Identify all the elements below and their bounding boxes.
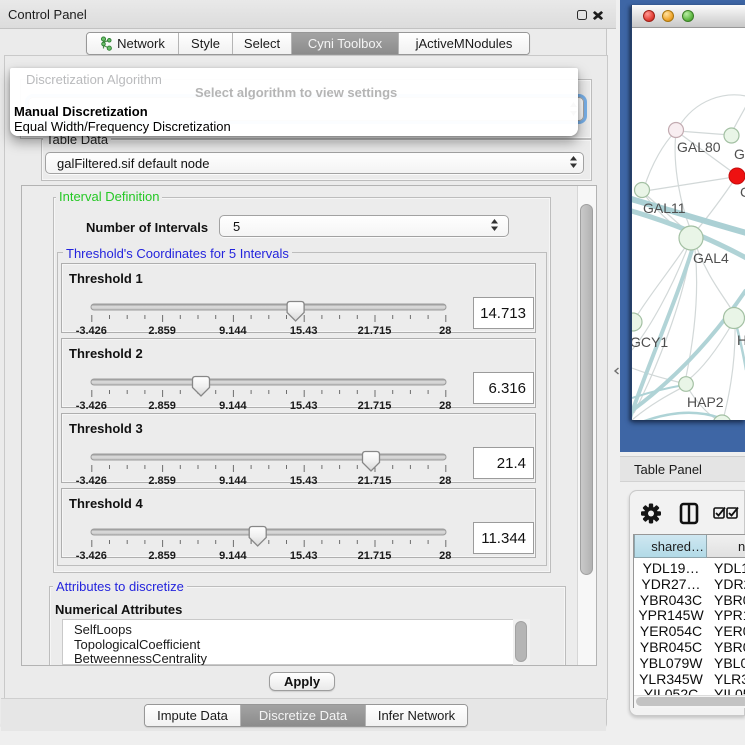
svg-text:15.43: 15.43 bbox=[290, 325, 318, 336]
svg-text:2.859: 2.859 bbox=[148, 550, 176, 561]
svg-text:C: C bbox=[740, 184, 745, 200]
svg-text:2.859: 2.859 bbox=[148, 325, 176, 336]
svg-text:9.144: 9.144 bbox=[219, 400, 247, 411]
svg-text:9.144: 9.144 bbox=[219, 475, 247, 486]
svg-text:G.: G. bbox=[734, 146, 745, 162]
svg-text:GAL11: GAL11 bbox=[643, 200, 686, 216]
svg-text:28: 28 bbox=[439, 325, 451, 336]
svg-text:-3.426: -3.426 bbox=[76, 475, 107, 486]
svg-text:2.859: 2.859 bbox=[148, 400, 176, 411]
svg-text:2.859: 2.859 bbox=[148, 475, 176, 486]
svg-text:28: 28 bbox=[439, 475, 451, 486]
svg-text:28: 28 bbox=[439, 550, 451, 561]
svg-text:15.43: 15.43 bbox=[290, 400, 318, 411]
svg-text:-3.426: -3.426 bbox=[76, 400, 107, 411]
svg-text:H: H bbox=[737, 332, 745, 348]
svg-text:9.144: 9.144 bbox=[219, 325, 247, 336]
svg-text:15.43: 15.43 bbox=[290, 550, 318, 561]
svg-text:21.715: 21.715 bbox=[358, 400, 392, 411]
svg-text:21.715: 21.715 bbox=[358, 475, 392, 486]
svg-text:-3.426: -3.426 bbox=[76, 325, 107, 336]
svg-text:15.43: 15.43 bbox=[290, 475, 318, 486]
svg-text:HAP2: HAP2 bbox=[687, 394, 724, 410]
svg-text:GCY1: GCY1 bbox=[632, 334, 668, 350]
svg-text:-3.426: -3.426 bbox=[76, 550, 107, 561]
svg-text:GAL80: GAL80 bbox=[677, 139, 721, 155]
svg-text:GAL4: GAL4 bbox=[693, 250, 729, 266]
svg-text:28: 28 bbox=[439, 400, 451, 411]
svg-text:9.144: 9.144 bbox=[219, 550, 247, 561]
svg-text:21.715: 21.715 bbox=[358, 325, 392, 336]
svg-text:21.715: 21.715 bbox=[358, 550, 392, 561]
